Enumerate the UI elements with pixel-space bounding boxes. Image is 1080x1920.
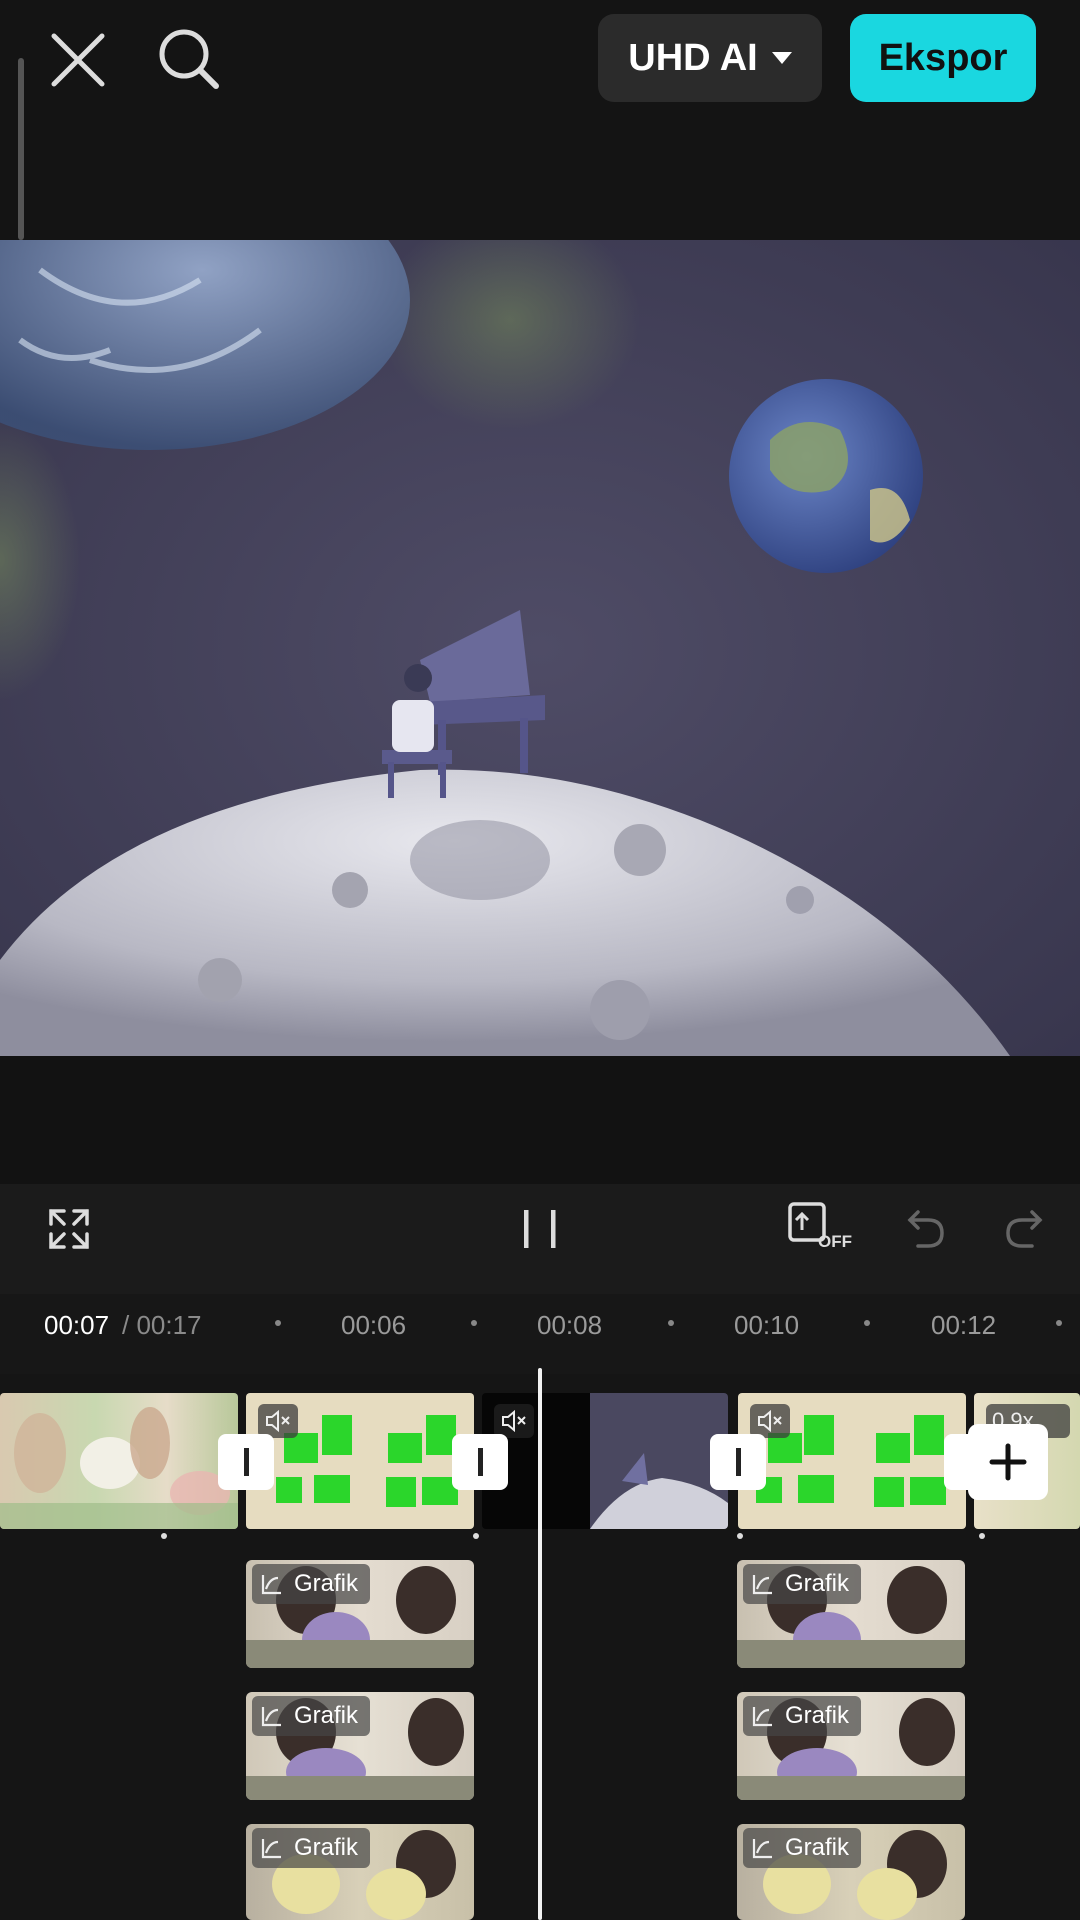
current-time: 00:07 — [44, 1310, 110, 1340]
overlay-clip[interactable]: Grafik — [246, 1824, 474, 1920]
pause-icon[interactable] — [520, 1208, 560, 1250]
undo-icon[interactable] — [906, 1206, 946, 1248]
ruler-dot — [275, 1320, 281, 1326]
graph-icon — [752, 1839, 772, 1859]
graph-icon — [261, 1707, 281, 1727]
graph-icon — [752, 1707, 772, 1727]
sync-off-badge: OFF — [818, 1232, 852, 1251]
mute-icon[interactable] — [258, 1404, 298, 1438]
overlay-clip[interactable]: Grafik — [737, 1692, 965, 1800]
add-icon — [989, 1443, 1027, 1481]
flower-thumbnail — [0, 1407, 238, 1529]
graph-icon — [261, 1839, 281, 1859]
keyframe-dot — [979, 1533, 985, 1539]
fullscreen-icon[interactable] — [48, 1208, 90, 1250]
search-icon — [159, 29, 219, 89]
ruler-dot — [1056, 1320, 1062, 1326]
transition-handle[interactable] — [452, 1434, 508, 1490]
graph-label: Grafik — [252, 1564, 371, 1604]
close-icon — [51, 33, 105, 87]
overlay-clip[interactable]: Grafik — [246, 1560, 474, 1668]
ruler-dot — [864, 1320, 870, 1326]
export-button[interactable]: Ekspor — [850, 14, 1036, 102]
transition-handle[interactable] — [710, 1434, 766, 1490]
ruler-label: 00:06 — [341, 1310, 407, 1340]
ruler-dot — [471, 1320, 477, 1326]
transition-handle[interactable] — [218, 1434, 274, 1490]
mute-icon[interactable] — [750, 1404, 790, 1438]
add-clip-button[interactable] — [968, 1424, 1048, 1500]
graph-icon — [261, 1575, 281, 1595]
keyframe-dot — [737, 1533, 743, 1539]
sync-off-button[interactable]: OFF — [786, 1200, 852, 1256]
video-clip-flowers[interactable] — [0, 1393, 238, 1529]
video-preview[interactable] — [0, 240, 1080, 1056]
redo-icon[interactable] — [1004, 1206, 1044, 1248]
graph-text: Grafik — [294, 1702, 359, 1729]
ruler-label: 00:08 — [537, 1310, 603, 1340]
ruler-dot — [668, 1320, 674, 1326]
keyframe-dot — [473, 1533, 479, 1539]
graph-label: Grafik — [252, 1828, 371, 1868]
overlay-clip[interactable]: Grafik — [737, 1560, 965, 1668]
playhead[interactable] — [538, 1368, 542, 1920]
preview-image — [0, 240, 1080, 1056]
export-label: Ekspor — [878, 36, 1008, 79]
graph-label: Grafik — [743, 1828, 862, 1868]
preview-padding — [0, 1056, 1080, 1184]
graph-icon — [752, 1575, 772, 1595]
graph-label: Grafik — [743, 1564, 862, 1604]
overlay-clip[interactable]: Grafik — [737, 1824, 965, 1920]
quality-selector[interactable]: UHD AI — [598, 14, 822, 102]
graph-label: Grafik — [743, 1696, 862, 1736]
graph-text: Grafik — [294, 1570, 359, 1597]
total-time: / 00:17 — [122, 1310, 202, 1340]
graph-label: Grafik — [252, 1696, 371, 1736]
graph-text: Grafik — [785, 1834, 850, 1861]
mute-icon[interactable] — [494, 1404, 534, 1438]
quality-label: UHD AI — [628, 36, 758, 79]
keyframe-dot — [161, 1533, 167, 1539]
close-button[interactable] — [48, 30, 108, 90]
ruler-label: 00:10 — [734, 1310, 800, 1340]
search-button[interactable] — [158, 28, 222, 92]
overlay-clip[interactable]: Grafik — [246, 1692, 474, 1800]
ruler-label: 00:12 — [931, 1310, 997, 1340]
graph-text: Grafik — [294, 1834, 359, 1861]
graph-text: Grafik — [785, 1570, 850, 1597]
graph-text: Grafik — [785, 1702, 850, 1729]
chevron-down-icon — [771, 52, 792, 64]
scroll-indicator — [18, 58, 24, 240]
